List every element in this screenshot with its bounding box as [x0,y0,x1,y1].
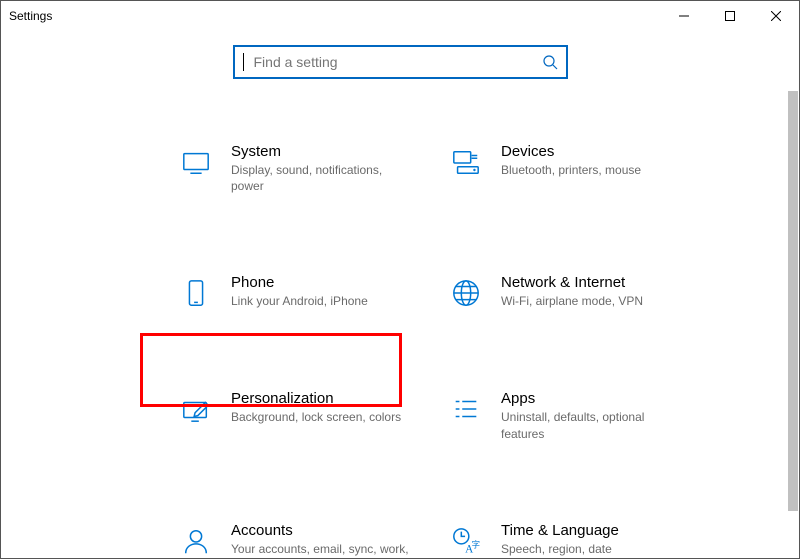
vertical-scrollbar[interactable] [788,91,798,556]
settings-window: Settings [0,0,800,559]
tile-personalization[interactable]: Personalization Background, lock screen,… [171,384,441,455]
tile-desc: Wi-Fi, airplane mode, VPN [501,293,643,309]
tile-system[interactable]: System Display, sound, notifications, po… [171,137,441,208]
search-input[interactable] [252,53,534,71]
tile-name: Time & Language [501,522,619,539]
tile-name: Apps [501,390,681,407]
tile-name: Accounts [231,522,411,539]
content-area: System Display, sound, notifications, po… [1,31,799,558]
tile-desc: Display, sound, notifications, power [231,162,411,194]
network-icon [449,276,483,310]
tile-text: Personalization Background, lock screen,… [231,390,401,425]
tile-text: Accounts Your accounts, email, sync, wor… [231,522,411,559]
tile-apps[interactable]: Apps Uninstall, defaults, optional featu… [441,384,711,455]
system-icon [179,145,213,179]
apps-icon [449,392,483,426]
text-cursor [243,53,244,71]
tile-text: Time & Language Speech, region, date [501,522,619,557]
tile-text: Phone Link your Android, iPhone [231,274,368,309]
scrollbar-thumb[interactable] [788,91,798,511]
personalization-icon [179,392,213,426]
search-icon [542,54,558,70]
accounts-icon [179,524,213,558]
tile-text: Devices Bluetooth, printers, mouse [501,143,641,178]
search-container [1,31,799,79]
tile-desc: Uninstall, defaults, optional features [501,409,681,441]
phone-icon [179,276,213,310]
settings-grid: System Display, sound, notifications, po… [1,79,799,559]
tile-desc: Bluetooth, printers, mouse [501,162,641,178]
tile-name: Network & Internet [501,274,643,291]
svg-text:字: 字 [472,539,480,549]
close-icon [771,11,781,21]
minimize-button[interactable] [661,1,707,31]
title-bar: Settings [1,1,799,31]
tile-name: Phone [231,274,368,291]
tile-name: Devices [501,143,641,160]
search-box[interactable] [233,45,568,79]
tile-time[interactable]: A字 Time & Language Speech, region, date [441,516,711,559]
tile-network[interactable]: Network & Internet Wi-Fi, airplane mode,… [441,268,711,324]
window-controls [661,1,799,31]
tile-desc: Link your Android, iPhone [231,293,368,309]
tile-text: Apps Uninstall, defaults, optional featu… [501,390,681,441]
tile-accounts[interactable]: Accounts Your accounts, email, sync, wor… [171,516,441,559]
tile-desc: Speech, region, date [501,541,619,557]
devices-icon [449,145,483,179]
tile-text: System Display, sound, notifications, po… [231,143,411,194]
tile-name: System [231,143,411,160]
maximize-button[interactable] [707,1,753,31]
tile-devices[interactable]: Devices Bluetooth, printers, mouse [441,137,711,208]
window-title: Settings [9,9,52,23]
tile-name: Personalization [231,390,401,407]
tile-text: Network & Internet Wi-Fi, airplane mode,… [501,274,643,309]
maximize-icon [725,11,735,21]
tile-phone[interactable]: Phone Link your Android, iPhone [171,268,441,324]
minimize-icon [679,11,689,21]
tile-desc: Your accounts, email, sync, work, other … [231,541,411,559]
tile-desc: Background, lock screen, colors [231,409,401,425]
time-language-icon: A字 [449,524,483,558]
close-button[interactable] [753,1,799,31]
